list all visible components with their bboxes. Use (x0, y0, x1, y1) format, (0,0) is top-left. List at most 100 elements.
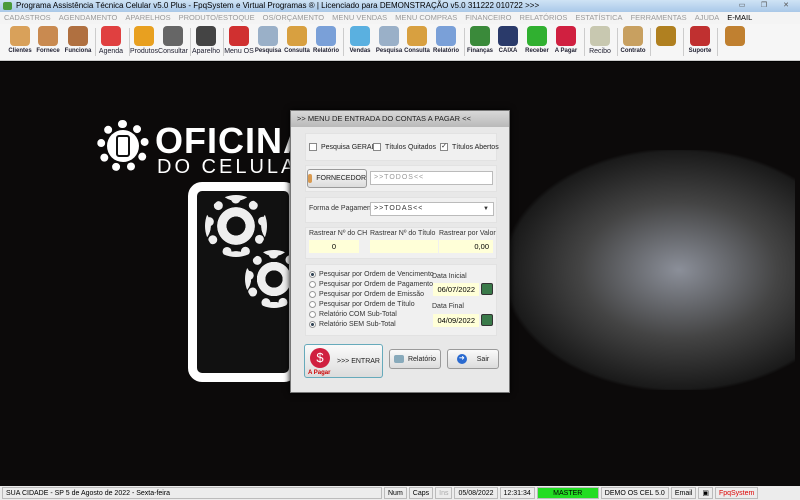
maximize-button[interactable]: ❐ (756, 1, 772, 10)
toolbar-separator (464, 28, 465, 56)
data-inicial-label: Data Inicial (432, 273, 467, 280)
menu-item[interactable]: APARELHOS (125, 12, 170, 24)
menu-item[interactable]: ESTATÍSTICA (575, 12, 622, 24)
sort-radio[interactable]: Pesquisar por Ordem de Emissão (309, 291, 424, 298)
menu-item[interactable]: PRODUTO/ESTOQUE (179, 12, 255, 24)
toolbar-button[interactable]: Relatório (311, 26, 341, 59)
arrow-right-icon: ➜ (456, 354, 467, 364)
dollar-icon: $ (310, 348, 330, 368)
toolbar-separator (717, 28, 718, 56)
menu-item[interactable]: RELATÓRIOS (520, 12, 568, 24)
data-final-label: Data Final (432, 303, 464, 310)
toolbar-label: Relatório (312, 48, 339, 54)
toolbar-button[interactable]: Consultar (158, 26, 188, 59)
toolbar-icon (229, 26, 249, 46)
menu-item[interactable]: MENU COMPRAS (395, 12, 457, 24)
cog-icon (205, 195, 267, 257)
toolbar-button[interactable]: Recibo (585, 26, 615, 59)
toolbar: Clientes Fornece Funciona Agenda Produtos Con… (0, 24, 800, 61)
menu-item[interactable]: AJUDA (695, 12, 720, 24)
relatorio-button[interactable]: Relatório (389, 349, 441, 369)
forma-label: Forma de Pagamento (309, 205, 377, 212)
sort-radio[interactable]: Relatório SEM Sub-Total (309, 321, 396, 328)
toolbar-button[interactable]: Clientes (5, 26, 35, 59)
toolbar-label: Suporte (688, 48, 712, 54)
fornecedor-button[interactable]: FORNECEDOR (307, 169, 367, 188)
toolbar-button[interactable]: Consulta (282, 26, 312, 59)
toolbar-icon (690, 26, 710, 46)
status-brand: FpqSystem (714, 487, 759, 499)
rastrear-ch-input[interactable]: 0 (309, 240, 359, 253)
menu-item[interactable]: AGENDAMENTO (59, 12, 118, 24)
toolbar-label: Contrato (620, 48, 646, 54)
toolbar-button[interactable]: Finanças (465, 26, 495, 59)
toolbar-button[interactable]: Receber (522, 26, 552, 59)
toolbar-label: Pesquisa (254, 48, 282, 54)
toolbar-button[interactable]: A Pagar (551, 26, 581, 59)
toolbar-button[interactable]: Pesquisa (374, 26, 404, 59)
toolbar-label: Recibo (589, 48, 611, 55)
calendar-icon[interactable] (481, 314, 493, 326)
status-bar: SUA CIDADE - SP 5 de Agosto de 2022 - Se… (0, 486, 800, 500)
toolbar-icon (590, 26, 610, 46)
sort-radio[interactable]: Pesquisar por Ordem de Vencimento (309, 271, 434, 278)
toolbar-label: Fornece (36, 48, 60, 54)
toolbar-icon (470, 26, 490, 46)
toolbar-button[interactable]: Produtos (129, 26, 159, 59)
toolbar-button[interactable]: Relatório (431, 26, 461, 59)
close-button[interactable]: ✕ (778, 1, 794, 10)
calendar-icon[interactable] (481, 283, 493, 295)
menu-item[interactable]: FINANCEIRO (465, 12, 511, 24)
menu-email[interactable]: E-MAIL (727, 12, 752, 24)
sort-radio[interactable]: Relatório COM Sub-Total (309, 311, 397, 318)
pesquisa-geral-checkbox[interactable]: Pesquisa GERAL (309, 143, 375, 151)
toolbar-button[interactable]: Fornece (33, 26, 63, 59)
toolbar-separator (650, 28, 651, 56)
toolbar-label: Produtos (129, 48, 159, 55)
toolbar-icon (527, 26, 547, 46)
toolbar-button[interactable] (720, 26, 750, 59)
sair-button[interactable]: ➜ Sair (447, 349, 499, 369)
status-city: SUA CIDADE - SP 5 de Agosto de 2022 - Se… (2, 487, 382, 499)
titulos-abertos-checkbox[interactable]: ✓ Títulos Abertos (440, 143, 499, 151)
printer-icon[interactable]: ▣ (698, 487, 713, 499)
menu-item[interactable]: MENU VENDAS (332, 12, 387, 24)
rastrear-titulo-label: Rastrear Nº do Título (370, 230, 436, 237)
printer-icon (393, 355, 404, 363)
rastrear-titulo-input[interactable] (370, 240, 438, 253)
titulos-quitados-checkbox[interactable]: Títulos Quitados (373, 143, 436, 151)
toolbar-label: Receber (525, 48, 549, 54)
toolbar-button[interactable]: Menu OS (224, 26, 254, 59)
toolbar-icon (725, 26, 745, 46)
toolbar-button[interactable]: Contrato (618, 26, 648, 59)
menu-item[interactable]: OS/ORÇAMENTO (263, 12, 325, 24)
minimize-button[interactable]: ▭ (734, 1, 750, 10)
toolbar-icon (498, 26, 518, 46)
toolbar-button[interactable]: Agenda (96, 26, 126, 59)
toolbar-separator (683, 28, 684, 56)
rastrear-valor-input[interactable]: 0,00 (439, 240, 493, 253)
menu-item[interactable]: CADASTROS (4, 12, 51, 24)
toolbar-label: Consulta (284, 48, 310, 54)
data-inicial-input[interactable]: 06/07/2022 (433, 283, 479, 296)
sort-radio[interactable]: Pesquisar por Ordem de Pagamento (309, 281, 433, 288)
toolbar-button[interactable]: CAIXA (493, 26, 523, 59)
status-email[interactable]: Email (670, 487, 697, 499)
status-num: Num (384, 487, 407, 499)
toolbar-button[interactable]: Suporte (685, 26, 715, 59)
menu-item[interactable]: FERRAMENTAS (631, 12, 687, 24)
forma-pagamento-select[interactable]: >>TODAS<< ▼ (370, 202, 494, 216)
toolbar-icon (68, 26, 88, 46)
fornecedor-input[interactable]: >>TODOS<< (370, 171, 493, 185)
toolbar-button[interactable] (651, 26, 681, 59)
data-final-input[interactable]: 04/09/2022 (433, 314, 479, 327)
toolbar-button[interactable]: Funciona (63, 26, 93, 59)
toolbar-button[interactable]: Vendas (345, 26, 375, 59)
toolbar-separator (190, 28, 191, 56)
toolbar-button[interactable]: Consulta (402, 26, 432, 59)
toolbar-button[interactable]: Pesquisa (253, 26, 283, 59)
toolbar-button[interactable]: Aparelho (191, 26, 221, 59)
sort-radio[interactable]: Pesquisar por Ordem de Título (309, 301, 415, 308)
toolbar-label: Consulta (404, 48, 430, 54)
entrar-button[interactable]: $ A Pagar >>> ENTRAR (304, 344, 383, 378)
